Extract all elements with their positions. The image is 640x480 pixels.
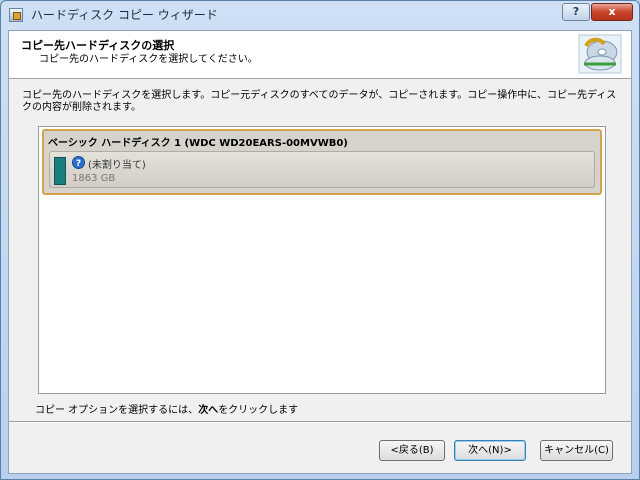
partition-label: (未割り当て) — [88, 160, 146, 171]
partition-size: 1863 GB — [72, 173, 116, 184]
question-icon: ? — [72, 156, 85, 169]
disk-list[interactable]: ベーシック ハードディスク 1 (WDC WD20EARS-00MVWB0) ?… — [38, 126, 606, 394]
hint-emphasis: 次へ — [198, 405, 219, 416]
step-subtitle: コピー先のハードディスクを選択してください。 — [39, 54, 258, 65]
hint-before: コピー オプションを選択するには、 — [35, 405, 199, 416]
cancel-button[interactable]: キャンセル(C) — [540, 440, 613, 461]
back-button[interactable]: <戻る(B) — [379, 440, 445, 461]
svg-text:?: ? — [76, 159, 81, 169]
disk-copy-icon — [578, 34, 622, 74]
close-button[interactable]: x — [591, 3, 633, 21]
partition-item[interactable]: ? (未割り当て) 1863 GB — [49, 151, 595, 188]
hint-after: をクリックします — [218, 405, 299, 416]
disk-item[interactable]: ベーシック ハードディスク 1 (WDC WD20EARS-00MVWB0) ?… — [42, 129, 602, 195]
footer-divider — [9, 421, 631, 423]
wizard-window: ハードディスク コピー ウィザード ? x コピー先ハードディスクの選択 コピー… — [0, 0, 640, 480]
title-bar[interactable]: ハードディスク コピー ウィザード ? x — [1, 1, 639, 29]
wizard-content: コピー先ハードディスクの選択 コピー先のハードディスクを選択してください。 コピ… — [8, 30, 632, 474]
disk-title: ベーシック ハードディスク 1 (WDC WD20EARS-00MVWB0) — [48, 138, 348, 149]
partition-color-bar — [54, 157, 66, 185]
hint-text: コピー オプションを選択するには、次へをクリックします — [35, 401, 298, 416]
window-title: ハードディスク コピー ウィザード — [31, 8, 218, 22]
wizard-header: コピー先ハードディスクの選択 コピー先のハードディスクを選択してください。 — [9, 31, 631, 79]
next-button[interactable]: 次へ(N)> — [454, 440, 526, 461]
app-icon — [9, 8, 23, 22]
help-button[interactable]: ? — [562, 3, 590, 21]
description-text: コピー先のハードディスクを選択します。コピー元ディスクのすべてのデータが、コピー… — [22, 90, 617, 113]
